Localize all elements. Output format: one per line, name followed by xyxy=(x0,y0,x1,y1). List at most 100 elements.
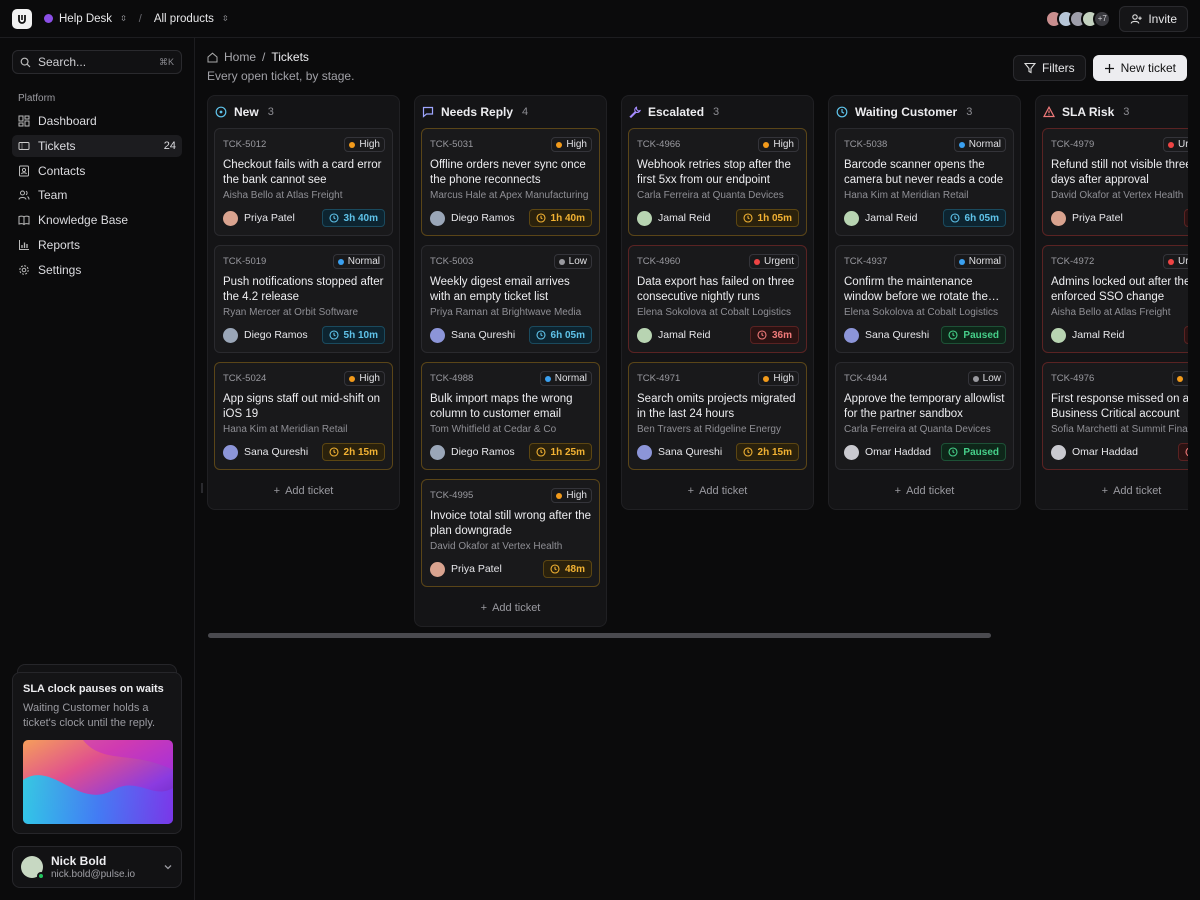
sidebar-item-label: Tickets xyxy=(38,138,76,153)
avatar xyxy=(1051,327,1066,343)
ticket-card[interactable]: TCK-5038 Normal Barcode scanner opens the … xyxy=(835,128,1014,236)
ticket-requester: Marcus Hale at Apex Manufacturing xyxy=(430,190,589,201)
priority-badge: Normal xyxy=(953,137,1006,152)
ticket-id: TCK-5031 xyxy=(430,139,474,150)
nav-group-label: Platform xyxy=(18,93,56,104)
ticket-requester: Carla Ferreira at Quanta Devices xyxy=(844,424,991,435)
ticket-card[interactable]: TCK-4988 Normal Bulk import maps the wrong… xyxy=(421,362,600,470)
ticket-card[interactable]: TCK-4979 Urgent Refund still not visible t… xyxy=(1042,128,1188,236)
ticket-card[interactable]: TCK-4944 Low Approve the temporary allowli… xyxy=(835,362,1014,470)
add-ticket-label: Add ticket xyxy=(285,485,334,497)
ticket-title: Search omits projects migrated in the la… xyxy=(637,393,796,420)
ticket-card[interactable]: TCK-4937 Normal Confirm the maintenance wi… xyxy=(835,245,1014,353)
priority-label: High xyxy=(1187,373,1188,384)
column-count: 3 xyxy=(1123,106,1130,118)
add-ticket-label: Add ticket xyxy=(1113,485,1162,497)
app-logo[interactable] xyxy=(12,8,32,29)
new-ticket-label: New ticket xyxy=(1120,61,1176,75)
assignee-name: Jamal Reid xyxy=(658,212,711,224)
ticket-card[interactable]: TCK-4972 Urgent Admins locked out after th… xyxy=(1042,245,1188,353)
ticket-card[interactable]: TCK-5024 High App signs staff out mid-shif… xyxy=(214,362,393,470)
user-menu[interactable]: Nick Bold nick.bold@pulse.io xyxy=(12,846,182,888)
filters-button[interactable]: Filters xyxy=(1012,55,1086,81)
priority-badge: Urgent xyxy=(1162,254,1188,269)
search-placeholder: Search... xyxy=(38,55,87,69)
column-title: New xyxy=(234,105,259,119)
priority-label: Low xyxy=(568,256,587,267)
avatar xyxy=(430,327,445,343)
sidebar-resize-handle[interactable] xyxy=(201,483,203,493)
clock-icon xyxy=(757,330,767,340)
priority-label: Low xyxy=(982,373,1001,384)
new-ticket-button[interactable]: New ticket xyxy=(1092,55,1187,81)
sla-timer-value: 1h 05m xyxy=(757,212,792,224)
member-avatars[interactable]: +7 xyxy=(1045,9,1112,28)
ticket-title: App signs staff out mid-shift on iOS 19 xyxy=(223,393,381,420)
ticket-requester: Tom Whitfield at Cedar & Co xyxy=(430,424,557,435)
assignee-name: Omar Haddad xyxy=(1072,446,1138,458)
sidebar-item-contacts[interactable]: Contacts xyxy=(12,160,182,182)
sidebar-item-tickets[interactable]: Tickets 24 xyxy=(12,134,182,157)
add-ticket-label: Add ticket xyxy=(492,602,541,614)
priority-label: High xyxy=(359,139,380,150)
search-input[interactable]: Search... ⌘K xyxy=(12,50,182,74)
filter-icon xyxy=(1023,62,1036,74)
sla-timer: 1h 25m xyxy=(528,443,592,461)
sidebar-item-settings[interactable]: Settings xyxy=(12,259,182,281)
add-ticket-button[interactable]: + Add ticket xyxy=(1036,477,1188,505)
add-ticket-button[interactable]: + Add ticket xyxy=(622,477,813,505)
workspace-name: Help Desk xyxy=(59,12,113,25)
ticket-card[interactable]: TCK-4976 High First response missed on a B… xyxy=(1042,362,1188,470)
assignee-name: Sana Qureshi xyxy=(865,329,930,341)
ticket-card[interactable]: TCK-4995 High Invoice total still wrong af… xyxy=(421,479,600,587)
ticket-title: Data export has failed on three consecut… xyxy=(637,276,795,303)
add-ticket-button[interactable]: + Add ticket xyxy=(208,477,399,505)
priority-label: Urgent xyxy=(1177,139,1188,150)
ticket-card[interactable]: TCK-5003 Low Weekly digest email arrives w… xyxy=(421,245,600,353)
ticket-id: TCK-4937 xyxy=(844,256,888,267)
sidebar-item-label: Settings xyxy=(38,262,82,277)
priority-label: Urgent xyxy=(1177,256,1188,267)
ticket-requester: Elena Sokolova at Cobalt Logistics xyxy=(637,307,791,318)
add-ticket-button[interactable]: + Add ticket xyxy=(415,594,606,622)
sla-timer xyxy=(1184,326,1188,344)
priority-label: High xyxy=(773,139,794,150)
invite-button[interactable]: Invite xyxy=(1119,5,1188,32)
assignee-name: Priya Patel xyxy=(1072,212,1123,224)
avatar xyxy=(1051,444,1066,460)
user-name: Nick Bold xyxy=(51,854,107,868)
sla-timer-value: Paused xyxy=(963,446,999,458)
workspace-switcher[interactable]: Help Desk ⇳ xyxy=(44,13,127,25)
priority-badge: Normal xyxy=(953,254,1006,269)
product-switcher[interactable]: All products ⇳ xyxy=(154,13,229,25)
sidebar-item-dashboard[interactable]: Dashboard xyxy=(12,110,182,132)
priority-dot xyxy=(958,258,965,265)
add-ticket-button[interactable]: + Add ticket xyxy=(829,477,1020,505)
clock-icon xyxy=(328,213,339,223)
avatar xyxy=(844,210,859,226)
promo-card[interactable]: SLA clock pauses on waits Waiting Custom… xyxy=(12,672,182,834)
ticket-title: Webhook retries stop after the first 5xx… xyxy=(637,159,791,186)
promo-image xyxy=(23,740,173,824)
sidebar-item-team[interactable]: Team xyxy=(12,184,182,206)
breadcrumb-home[interactable]: Home xyxy=(224,50,256,64)
ticket-card[interactable]: TCK-5031 High Offline orders never sync on… xyxy=(421,128,600,236)
ticket-card[interactable]: TCK-5019 Normal Push notifications stopped… xyxy=(214,245,393,353)
sla-timer: 5h 10m xyxy=(321,326,385,344)
column-header: Escalated 3 xyxy=(622,96,813,128)
priority-badge: Normal xyxy=(539,371,592,386)
ticket-card[interactable]: TCK-4960 Urgent Data export has failed on … xyxy=(628,245,807,353)
ticket-card[interactable]: TCK-5012 High Checkout fails with a card e… xyxy=(214,128,393,236)
avatar xyxy=(223,327,238,343)
avatar xyxy=(21,856,45,880)
ticket-id: TCK-4966 xyxy=(637,139,681,150)
sidebar-item-reports[interactable]: Reports xyxy=(12,234,182,256)
priority-dot xyxy=(753,258,760,265)
priority-badge: Urgent xyxy=(748,254,799,269)
search-icon xyxy=(20,57,31,67)
priority-dot xyxy=(1177,375,1184,382)
ticket-card[interactable]: TCK-4966 High Webhook retries stop after t… xyxy=(628,128,807,236)
sidebar-item-knowledge-base[interactable]: Knowledge Base xyxy=(12,209,182,231)
board-horizontal-scrollbar[interactable] xyxy=(208,633,991,638)
ticket-card[interactable]: TCK-4971 High Search omits projects migrat… xyxy=(628,362,807,470)
